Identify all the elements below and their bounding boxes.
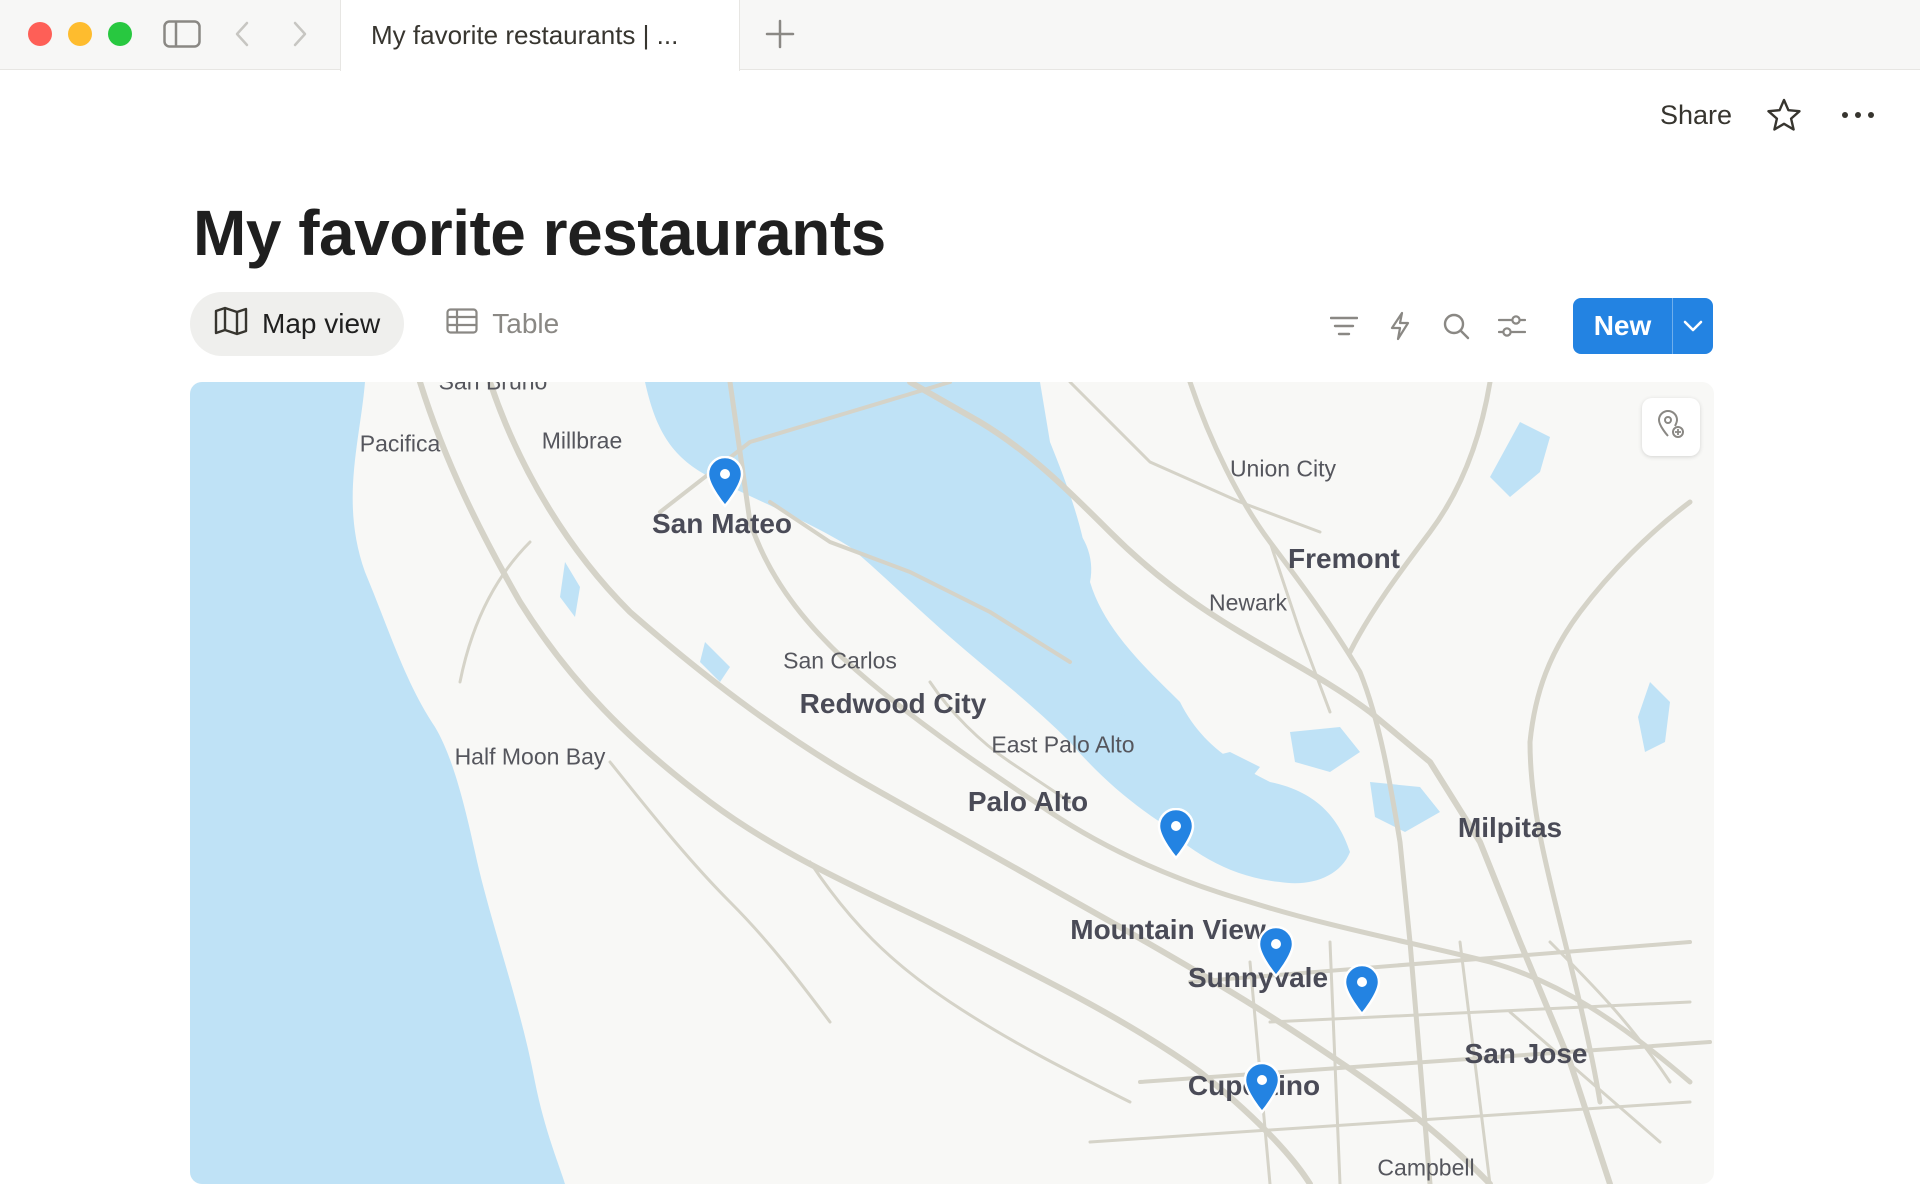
place-label: East Palo Alto (991, 731, 1135, 758)
new-button-label[interactable]: New (1573, 298, 1673, 354)
view-tabs: Map view Table (190, 292, 583, 356)
tab-label: Map view (262, 308, 381, 339)
place-label: San Carlos (783, 647, 897, 674)
page-topbar: Share (1660, 90, 1880, 140)
filter-icon[interactable] (1323, 305, 1365, 347)
place-label: San Mateo (651, 508, 793, 539)
share-button[interactable]: Share (1660, 100, 1732, 131)
tab-map-view[interactable]: Map view (190, 292, 405, 356)
sidebar-icon[interactable] (162, 14, 202, 54)
tab-label: Table (492, 308, 560, 339)
minimize-window-button[interactable] (68, 22, 92, 46)
settings-sliders-icon[interactable] (1491, 305, 1533, 347)
forward-arrow-icon[interactable] (280, 14, 320, 54)
place-label: Half Moon Bay (454, 743, 606, 770)
table-icon (446, 307, 478, 341)
place-label: San Bruno (439, 382, 548, 396)
star-icon[interactable] (1762, 93, 1806, 137)
map-pin-icon[interactable] (705, 456, 745, 508)
lightning-icon[interactable] (1379, 305, 1421, 347)
place-label: San Jose (1464, 1038, 1588, 1069)
location-pin-plus-icon (1656, 409, 1686, 445)
place-label: Redwood City (799, 688, 987, 719)
tab-table[interactable]: Table (422, 292, 583, 356)
plus-icon[interactable] (760, 14, 800, 54)
close-window-button[interactable] (28, 22, 52, 46)
map-pin-icon[interactable] (1256, 926, 1296, 978)
place-label: Mountain View (1070, 914, 1266, 945)
place-label: Millbrae (541, 427, 623, 454)
place-label: Fremont (1288, 543, 1400, 574)
place-label: Pacifica (359, 430, 441, 457)
map-view[interactable]: San Bruno Pacifica Millbrae San Mateo Un… (190, 382, 1714, 1184)
map-icon (214, 306, 248, 343)
place-label: Campbell (1377, 1154, 1475, 1181)
maximize-window-button[interactable] (108, 22, 132, 46)
page-title: My favorite restaurants (193, 197, 886, 269)
chevron-down-icon[interactable] (1673, 298, 1713, 354)
place-label: Newark (1209, 589, 1287, 616)
back-arrow-icon[interactable] (222, 14, 262, 54)
place-label: Milpitas (1457, 812, 1563, 843)
database-toolbar: New (1323, 298, 1713, 354)
browser-chrome: My favorite restaurants | ... (0, 0, 1920, 71)
more-icon[interactable] (1836, 93, 1880, 137)
place-label: Palo Alto (967, 786, 1089, 817)
map-pin-icon[interactable] (1342, 964, 1382, 1016)
map-pin-icon[interactable] (1242, 1062, 1282, 1114)
browser-tab[interactable]: My favorite restaurants | ... (340, 0, 740, 71)
tab-title: My favorite restaurants | ... (371, 20, 679, 50)
map-pin-icon[interactable] (1156, 808, 1196, 860)
place-label: Union City (1229, 455, 1337, 482)
add-location-button[interactable] (1642, 398, 1700, 456)
new-button[interactable]: New (1573, 298, 1713, 354)
search-icon[interactable] (1435, 305, 1477, 347)
